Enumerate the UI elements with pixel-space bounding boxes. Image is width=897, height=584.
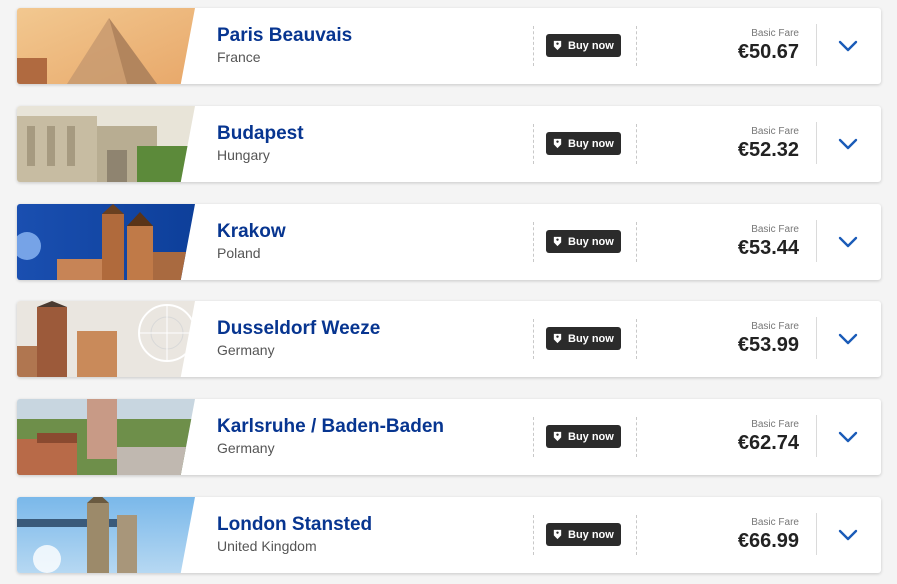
divider (533, 222, 534, 262)
divider (533, 26, 534, 66)
destination-country: United Kingdom (217, 538, 317, 554)
tag-icon (553, 431, 562, 442)
buy-now-button[interactable]: Buy now (546, 523, 621, 546)
destination-city: Krakow (217, 221, 286, 242)
buy-now-button[interactable]: Buy now (546, 425, 621, 448)
fare-price: €52.32 (737, 139, 799, 161)
destination-image (17, 497, 195, 573)
destination-image (17, 204, 195, 280)
destination-image (17, 301, 195, 377)
result-card[interactable]: Dusseldorf Weeze Germany Buy now Basic F… (17, 301, 881, 377)
fare-label: Basic Fare (751, 126, 799, 137)
tag-icon (553, 529, 562, 540)
divider (636, 515, 637, 555)
divider (816, 415, 817, 457)
chevron-down-icon[interactable] (837, 232, 859, 252)
divider (816, 220, 817, 262)
fare-label: Basic Fare (751, 28, 799, 39)
result-card[interactable]: Paris Beauvais France Buy now Basic Fare… (17, 8, 881, 84)
divider (816, 24, 817, 66)
fare-label: Basic Fare (751, 517, 799, 528)
tag-icon (553, 138, 562, 149)
divider (533, 319, 534, 359)
destination-country: France (217, 49, 261, 65)
buy-now-button[interactable]: Buy now (546, 34, 621, 57)
chevron-down-icon[interactable] (837, 525, 859, 545)
buy-now-label: Buy now (568, 235, 614, 248)
fare-price: €53.99 (737, 334, 799, 356)
destination-image (17, 106, 195, 182)
fare-price: €62.74 (737, 432, 799, 454)
divider (816, 317, 817, 359)
destination-country: Germany (217, 440, 275, 456)
tag-icon (553, 236, 562, 247)
fare-label: Basic Fare (751, 419, 799, 430)
fare-price: €50.67 (737, 41, 799, 63)
divider (533, 417, 534, 457)
buy-now-label: Buy now (568, 137, 614, 150)
divider (533, 515, 534, 555)
divider (816, 513, 817, 555)
chevron-down-icon[interactable] (837, 134, 859, 154)
buy-now-button[interactable]: Buy now (546, 327, 621, 350)
destination-image (17, 399, 195, 475)
fare-label: Basic Fare (751, 321, 799, 332)
chevron-down-icon[interactable] (837, 329, 859, 349)
fare-price: €53.44 (737, 237, 799, 259)
divider (636, 26, 637, 66)
result-card[interactable]: Krakow Poland Buy now Basic Fare €53.44 (17, 204, 881, 280)
fare-label: Basic Fare (751, 224, 799, 235)
result-card[interactable]: Karlsruhe / Baden-Baden Germany Buy now … (17, 399, 881, 475)
destination-city: Budapest (217, 123, 304, 144)
divider (636, 319, 637, 359)
tag-icon (553, 333, 562, 344)
result-card[interactable]: London Stansted United Kingdom Buy now B… (17, 497, 881, 573)
tag-icon (553, 40, 562, 51)
flight-results-list: Paris Beauvais France Buy now Basic Fare… (0, 0, 897, 584)
destination-image (17, 8, 195, 84)
destination-city: Karlsruhe / Baden-Baden (217, 416, 444, 437)
destination-country: Poland (217, 245, 261, 261)
buy-now-button[interactable]: Buy now (546, 132, 621, 155)
buy-now-button[interactable]: Buy now (546, 230, 621, 253)
buy-now-label: Buy now (568, 528, 614, 541)
chevron-down-icon[interactable] (837, 427, 859, 447)
buy-now-label: Buy now (568, 39, 614, 52)
destination-country: Germany (217, 342, 275, 358)
result-card[interactable]: Budapest Hungary Buy now Basic Fare €52.… (17, 106, 881, 182)
destination-city: Paris Beauvais (217, 25, 353, 46)
divider (636, 222, 637, 262)
fare-price: €66.99 (737, 530, 799, 552)
buy-now-label: Buy now (568, 332, 614, 345)
chevron-down-icon[interactable] (837, 36, 859, 56)
divider (636, 124, 637, 164)
divider (636, 417, 637, 457)
destination-country: Hungary (217, 147, 270, 163)
destination-city: Dusseldorf Weeze (217, 318, 381, 339)
divider (533, 124, 534, 164)
buy-now-label: Buy now (568, 430, 614, 443)
destination-city: London Stansted (217, 514, 373, 535)
divider (816, 122, 817, 164)
